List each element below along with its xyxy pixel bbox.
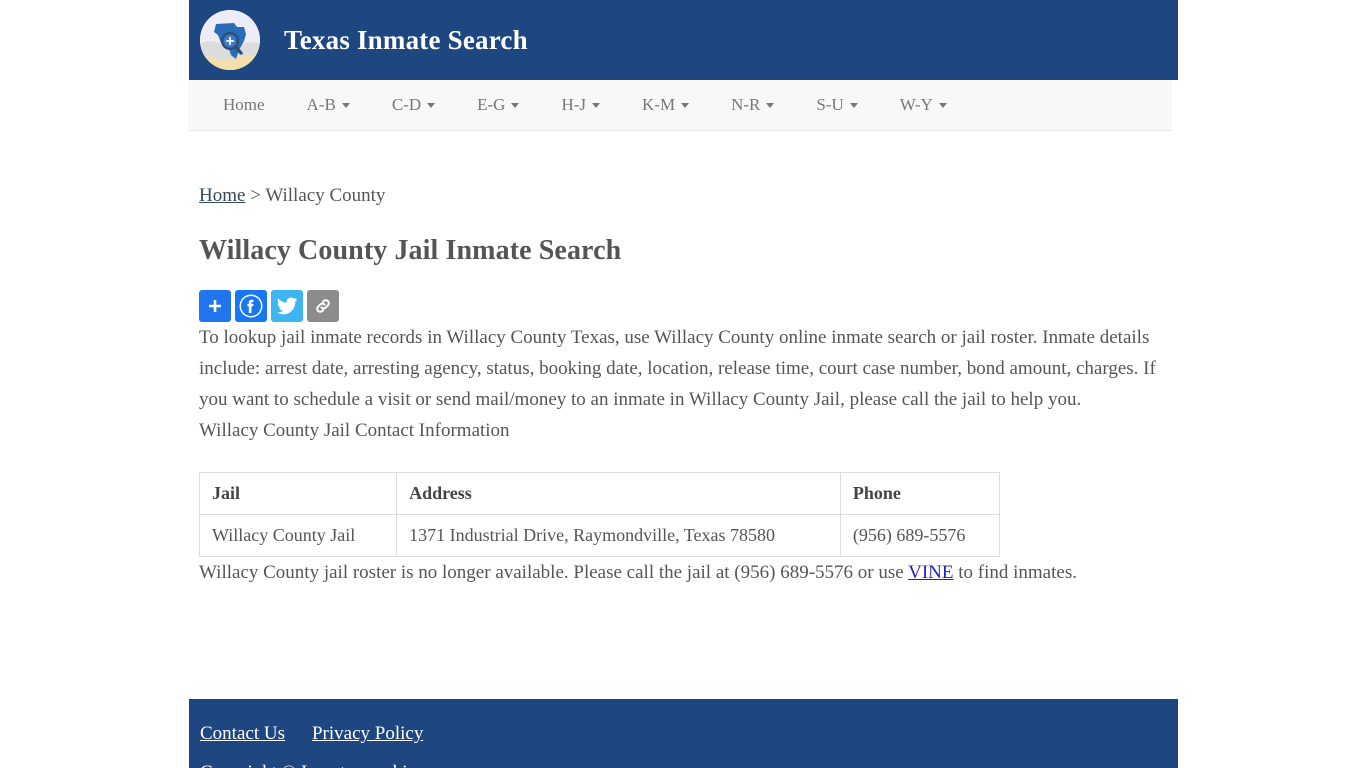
vine-link[interactable]: VINE: [908, 562, 953, 583]
breadcrumb-separator: >: [245, 185, 266, 206]
main-content: Home > Willacy County Willacy County Jai…: [189, 185, 1178, 588]
share-buttons: [199, 290, 1178, 322]
nav-label: Home: [223, 95, 265, 114]
nav-label: K-M: [642, 95, 676, 114]
twitter-share-button[interactable]: [271, 290, 303, 322]
site-title: Texas Inmate Search: [284, 24, 528, 55]
footer-links: Contact Us Privacy Policy: [200, 723, 1178, 745]
copy-link-button[interactable]: [307, 290, 339, 322]
chevron-down-icon: [766, 102, 775, 108]
nav-item-n-r[interactable]: N-R: [710, 80, 795, 130]
cell-jail-phone: (956) 689-5576: [839, 514, 1001, 557]
nav-label: A-B: [306, 95, 336, 114]
facebook-icon: [238, 293, 264, 319]
copyright-text: Copyright © Inmatesearchi...: [200, 762, 1178, 768]
site-header: Texas Inmate Search: [189, 0, 1178, 80]
main-navigation: Home A-B C-D E-G H-J K-M N-R S-U W-Y: [189, 80, 1172, 131]
chevron-down-icon: [849, 102, 858, 108]
addthis-share-button[interactable]: [199, 290, 231, 322]
cell-jail-name: Willacy County Jail: [198, 514, 398, 557]
nav-label: N-R: [731, 95, 761, 114]
column-header-phone: Phone: [839, 472, 1001, 515]
chain-link-icon: [313, 296, 333, 316]
column-header-address: Address: [396, 472, 841, 515]
facebook-share-button[interactable]: [235, 290, 267, 322]
nav-label: C-D: [391, 95, 422, 114]
roster-notice: Willacy County jail roster is no longer …: [199, 557, 1174, 588]
column-header-jail: Jail: [198, 472, 398, 515]
chevron-down-icon: [592, 102, 600, 108]
nav-item-home[interactable]: Home: [202, 80, 286, 130]
nav-item-h-j[interactable]: H-J: [540, 80, 621, 130]
site-footer: Contact Us Privacy Policy Copyright © Inm…: [189, 699, 1178, 768]
roster-notice-text-before: Willacy County jail roster is no longer …: [199, 562, 909, 583]
plus-icon: [205, 296, 225, 316]
contact-us-link[interactable]: Contact Us: [200, 723, 285, 744]
table-row: Willacy County Jail 1371 Industrial Driv…: [198, 514, 1001, 557]
page-title: Willacy County Jail Inmate Search: [199, 235, 622, 266]
privacy-policy-link[interactable]: Privacy Policy: [312, 723, 423, 744]
breadcrumb-home-link[interactable]: Home: [199, 185, 245, 206]
cell-jail-address: 1371 Industrial Drive, Raymondville, Tex…: [396, 514, 841, 557]
jail-contact-table: Jail Address Phone Willacy County Jail 1…: [198, 472, 1001, 557]
site-logo[interactable]: [200, 10, 260, 70]
page-container: Texas Inmate Search Home A-B C-D E-G H-J…: [189, 0, 1178, 768]
chevron-down-icon: [681, 102, 690, 108]
nav-label: H-J: [561, 95, 586, 114]
nav-label: E-G: [477, 95, 506, 114]
nav-item-k-m[interactable]: K-M: [621, 80, 710, 130]
breadcrumb: Home > Willacy County: [199, 185, 1178, 207]
chevron-down-icon: [341, 102, 350, 108]
nav-label: W-Y: [899, 95, 933, 114]
roster-notice-text-after: to find inmates.: [953, 562, 1077, 583]
nav-label: S-U: [816, 95, 844, 114]
table-header-row: Jail Address Phone: [198, 472, 1001, 515]
nav-item-a-b[interactable]: A-B: [286, 80, 371, 130]
contact-info-heading: Willacy County Jail Contact Information: [199, 420, 510, 441]
intro-paragraph: To lookup jail inmate records in Willacy…: [199, 327, 1156, 410]
breadcrumb-current: Willacy County: [265, 185, 386, 206]
chevron-down-icon: [938, 102, 947, 108]
chevron-down-icon: [511, 102, 520, 108]
nav-item-w-y[interactable]: W-Y: [879, 80, 968, 130]
chevron-down-icon: [427, 102, 436, 108]
nav-item-e-g[interactable]: E-G: [456, 80, 540, 130]
nav-item-c-d[interactable]: C-D: [371, 80, 456, 130]
texas-map-magnifier-icon: [200, 10, 260, 70]
twitter-bird-icon: [276, 295, 298, 317]
nav-item-s-u[interactable]: S-U: [795, 80, 878, 130]
